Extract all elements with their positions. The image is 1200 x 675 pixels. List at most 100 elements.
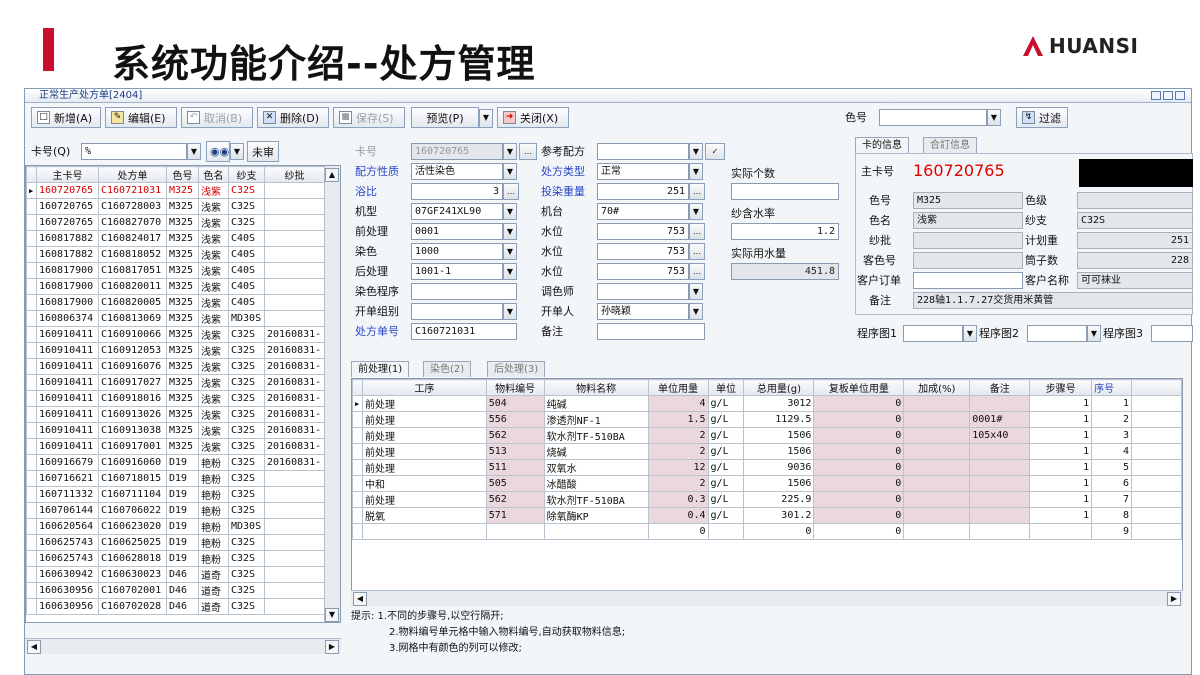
table-cell[interactable]: 2 — [647, 427, 709, 444]
column-header[interactable]: 步骤号 — [1029, 379, 1093, 396]
table-row[interactable]: 160625743 C160628018 D19 艳粉 C32S — [26, 550, 330, 567]
table-cell[interactable] — [969, 459, 1031, 476]
binoculars-button[interactable]: ◉◉ — [206, 141, 230, 162]
recipe-type-dropdown[interactable]: ▼ — [689, 163, 703, 180]
table-cell[interactable]: 2 — [647, 443, 709, 460]
table-row[interactable]: 前处理 562 软水剂TF-510BA 0.3 g/L 225.9 0 1 7 — [352, 491, 1182, 508]
feed-weight-lookup[interactable]: … — [689, 183, 705, 200]
water-level-1-lookup[interactable]: … — [689, 223, 705, 240]
table-row[interactable]: 160817900 C160820005 M325 浅紫 C40S — [26, 294, 330, 311]
column-header[interactable]: 单位 — [707, 379, 745, 396]
table-row[interactable]: 160910411 C160917027 M325 浅紫 C32S 20160831- — [26, 374, 330, 391]
table-cell[interactable] — [485, 523, 545, 540]
tab-posttreatment[interactable]: 后处理(3) — [487, 361, 546, 377]
minimize-button[interactable] — [1151, 91, 1161, 100]
table-row[interactable]: 前处理 513 烧碱 2 g/L 1506 0 1 4 — [352, 443, 1182, 460]
table-row[interactable]: 160630956 C160702028 D46 道奇 C32S — [26, 598, 330, 615]
table-row[interactable]: 160817882 C160818052 M325 浅紫 C40S — [26, 246, 330, 263]
table-cell[interactable]: 571 — [485, 507, 545, 524]
program-3-field[interactable] — [1151, 325, 1193, 342]
table-cell[interactable] — [903, 459, 971, 476]
table-row[interactable]: ▶ 160720765 C160721031 M325 浅紫 C32S — [26, 182, 330, 199]
table-cell[interactable] — [903, 475, 971, 492]
close-window-button[interactable] — [1175, 91, 1185, 100]
recipe-nature-dropdown[interactable]: ▼ — [503, 163, 517, 180]
table-row[interactable]: 160716621 C160718015 D19 艳粉 C32S — [26, 470, 330, 487]
scroll-right-arrow[interactable]: ▶ — [325, 640, 339, 654]
column-header[interactable]: 纱支 — [228, 166, 265, 183]
scroll-right-arrow[interactable]: ▶ — [1167, 592, 1181, 606]
water-level-1-field[interactable]: 753 — [597, 223, 689, 240]
card-no-field[interactable]: 160720765 — [411, 143, 503, 160]
table-row[interactable]: 160910411 C160918016 M325 浅紫 C32S 20160831- — [26, 390, 330, 407]
column-header[interactable]: 总用量(g) — [743, 379, 815, 396]
water-level-3-lookup[interactable]: … — [689, 263, 705, 280]
table-row[interactable]: 中和 505 冰醋酸 2 g/L 1506 0 1 6 — [352, 475, 1182, 492]
card-no-dropdown[interactable]: ▼ — [503, 143, 517, 160]
filter-button[interactable]: ↯ 过滤 — [1016, 107, 1068, 128]
program-1-field[interactable] — [903, 325, 963, 342]
column-header[interactable]: 主卡号 — [36, 166, 99, 183]
dye-dropdown[interactable]: ▼ — [503, 243, 517, 260]
table-row[interactable]: 160916679 C160916060 D19 艳粉 C32S 20160831- — [26, 454, 330, 471]
material-grid-hscroll[interactable]: ◀ ▶ — [351, 590, 1183, 606]
column-header[interactable]: 单位用量 — [647, 379, 709, 396]
table-row[interactable]: 160706144 C160706022 D19 艳粉 C32S — [26, 502, 330, 519]
table-cell[interactable] — [903, 411, 971, 428]
table-cell[interactable] — [903, 507, 971, 524]
bath-ratio-field[interactable]: 3 — [411, 183, 503, 200]
recipe-nature-field[interactable]: 活性染色 — [411, 163, 503, 180]
table-cell[interactable]: 4 — [647, 395, 709, 412]
tab-dyeing[interactable]: 染色(2) — [423, 361, 472, 377]
dyer-field[interactable] — [597, 283, 689, 300]
edit-button[interactable]: ✎ 编辑(E) — [105, 107, 177, 128]
table-cell[interactable] — [903, 427, 971, 444]
table-cell[interactable] — [903, 523, 971, 540]
issuer-group-field[interactable] — [411, 303, 503, 320]
scroll-up-arrow[interactable]: ▲ — [325, 168, 339, 182]
table-cell[interactable]: 562 — [485, 491, 545, 508]
actual-count-field[interactable] — [731, 183, 839, 200]
table-cell[interactable]: 511 — [485, 459, 545, 476]
table-row[interactable]: 160817900 C160817051 M325 浅紫 C40S — [26, 262, 330, 279]
table-row[interactable]: 前处理 511 双氧水 12 g/L 9036 0 1 5 — [352, 459, 1182, 476]
table-row[interactable]: 160630956 C160702001 D46 道奇 C32S — [26, 582, 330, 599]
scroll-down-arrow[interactable]: ▼ — [325, 608, 339, 622]
machine-dropdown[interactable]: ▼ — [689, 203, 703, 220]
dyer-dropdown[interactable]: ▼ — [689, 283, 703, 300]
column-header[interactable]: 处方单 — [98, 166, 167, 183]
unreviewed-button[interactable]: 未审 — [247, 141, 279, 162]
close-button[interactable]: ➜ 关闭(X) — [497, 107, 569, 128]
table-cell[interactable]: 504 — [485, 395, 545, 412]
machine-field[interactable]: 70# — [597, 203, 689, 220]
table-cell[interactable]: 2 — [647, 475, 709, 492]
new-button[interactable]: □ 新增(A) — [31, 107, 101, 128]
tab-card-info[interactable]: 卡的信息 — [855, 137, 909, 153]
table-cell[interactable]: 0 — [813, 523, 905, 540]
table-row[interactable]: 160910411 C160913026 M325 浅紫 C32S 20160831- — [26, 406, 330, 423]
issuer-dropdown[interactable]: ▼ — [689, 303, 703, 320]
table-row[interactable]: 160910411 C160916076 M325 浅紫 C32S 20160831- — [26, 358, 330, 375]
table-cell[interactable]: 105x40 — [969, 427, 1031, 444]
table-row[interactable]: 160625743 C160625025 D19 艳粉 C32S — [26, 534, 330, 551]
posttreat-dropdown[interactable]: ▼ — [503, 263, 517, 280]
table-cell[interactable]: 12 — [647, 459, 709, 476]
table-row[interactable]: 前处理 562 软水剂TF-510BA 2 g/L 1506 0 105x40 1 3 — [352, 427, 1182, 444]
ref-recipe-dropdown[interactable]: ▼ — [689, 143, 703, 160]
card-list-hscroll[interactable]: ◀ ▶ — [25, 638, 341, 654]
table-cell[interactable]: 0 — [813, 475, 905, 492]
pretreat-dropdown[interactable]: ▼ — [503, 223, 517, 240]
machine-type-dropdown[interactable]: ▼ — [503, 203, 517, 220]
table-cell[interactable]: 0 — [813, 395, 905, 412]
ref-recipe-field[interactable] — [597, 143, 689, 160]
posttreat-field[interactable]: 1001-1 — [411, 263, 503, 280]
column-header[interactable]: 序号 — [1091, 379, 1133, 396]
table-cell[interactable] — [903, 491, 971, 508]
table-cell[interactable] — [903, 395, 971, 412]
search-option-dropdown[interactable]: ▼ — [230, 143, 244, 160]
moisture-field[interactable]: 1.2 — [731, 223, 839, 240]
column-header[interactable]: 色号 — [166, 166, 199, 183]
table-cell[interactable]: 505 — [485, 475, 545, 492]
recipe-type-field[interactable]: 正常 — [597, 163, 689, 180]
table-row[interactable]: 160711332 C160711104 D19 艳粉 C32S — [26, 486, 330, 503]
